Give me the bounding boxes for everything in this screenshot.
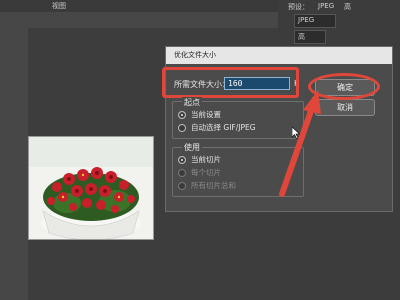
- format-select-value: JPEG: [298, 16, 315, 24]
- optimize-file-size-dialog: 优化文件大小 所需文件大小： 160 K 确定 取消 起点 当前设置 自动选择 …: [162, 46, 393, 212]
- radio-icon: [178, 124, 186, 132]
- radio-icon: [178, 182, 186, 190]
- preset-label: 预设：: [288, 3, 309, 11]
- start-option-label: 自动选择 GIF/JPEG: [191, 123, 256, 132]
- use-option-label: 所有切片总和: [191, 181, 236, 190]
- radio-selected-icon: [178, 156, 186, 164]
- dialog-title: 优化文件大小: [166, 47, 392, 64]
- use-group-label: 使用: [182, 142, 202, 153]
- cancel-button[interactable]: 取消: [315, 99, 375, 116]
- ok-button-highlight: [308, 73, 380, 100]
- radio-icon: [178, 169, 186, 177]
- quality-select-value: 高: [298, 33, 305, 41]
- use-option-current-slice[interactable]: 当前切片: [178, 154, 221, 165]
- menu-item-view[interactable]: 视图: [52, 0, 66, 12]
- use-option-all-slices: 所有切片总和: [178, 180, 236, 191]
- flower-pot-image: [29, 137, 153, 241]
- quality-select[interactable]: 高: [294, 30, 326, 44]
- start-option-label: 当前设置: [191, 110, 221, 119]
- mouse-pointer-icon: [292, 127, 300, 139]
- start-group-label: 起点: [182, 97, 202, 108]
- radio-selected-icon: [178, 111, 186, 119]
- format-select[interactable]: JPEG: [294, 14, 336, 28]
- start-option-current[interactable]: 当前设置: [178, 109, 221, 120]
- use-option-each-slice: 每个切片: [178, 167, 221, 178]
- start-option-auto[interactable]: 自动选择 GIF/JPEG: [178, 122, 256, 133]
- use-option-label: 当前切片: [191, 155, 221, 164]
- preset-format-label: JPEG: [318, 2, 335, 10]
- preset-format-suffix: 高: [344, 3, 351, 11]
- size-field-highlight: [162, 67, 299, 98]
- use-option-label: 每个切片: [191, 168, 221, 177]
- flower-image-preview: [28, 136, 154, 241]
